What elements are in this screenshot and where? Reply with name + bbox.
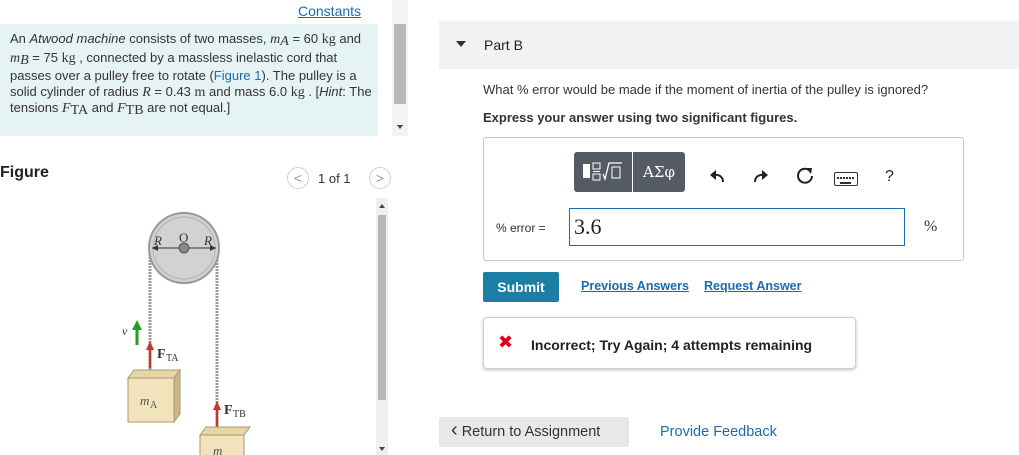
axle-label: O bbox=[179, 230, 188, 245]
mass-a-subscript: A bbox=[150, 400, 158, 411]
figure-title: Figure bbox=[0, 164, 49, 181]
previous-answers-link[interactable]: Previous Answers bbox=[581, 279, 689, 293]
problem-statement: An Atwood machine consists of two masses… bbox=[10, 31, 372, 118]
undo-icon[interactable] bbox=[708, 168, 726, 190]
answer-input[interactable]: 3.6 bbox=[569, 208, 905, 246]
constants-link[interactable]: Constants bbox=[298, 3, 361, 19]
tension-b-arrowhead bbox=[213, 401, 221, 410]
answer-label: % error = bbox=[496, 221, 546, 235]
greek-symbols-button[interactable]: ΑΣφ bbox=[633, 152, 685, 192]
figure-1-link[interactable]: Figure 1 bbox=[214, 68, 262, 83]
scroll-down-arrow-icon[interactable] bbox=[379, 447, 385, 451]
tension-a-arrowhead bbox=[146, 341, 154, 350]
pulley bbox=[148, 212, 220, 284]
previous-figure-button[interactable]: < bbox=[287, 167, 309, 189]
tension-a-subscript: TA bbox=[166, 353, 179, 364]
figure-counter: 1 of 1 bbox=[318, 171, 351, 186]
scroll-up-arrow-icon[interactable] bbox=[379, 204, 385, 208]
incorrect-x-icon: ✖ bbox=[498, 332, 514, 352]
figure-scrollbar-thumb[interactable] bbox=[378, 215, 386, 400]
fraction-radical-icon bbox=[583, 162, 622, 182]
radius-label-left: R bbox=[153, 233, 162, 248]
request-answer-link[interactable]: Request Answer bbox=[704, 279, 801, 293]
return-to-assignment-button[interactable]: ‹ Return to Assignment bbox=[439, 417, 629, 447]
tension-b-subscript: TB bbox=[233, 409, 246, 420]
answer-unit: % bbox=[924, 218, 938, 235]
next-figure-button[interactable]: > bbox=[369, 167, 391, 189]
math-templates-button[interactable] bbox=[574, 152, 632, 192]
collapse-caret-icon[interactable] bbox=[456, 41, 466, 47]
keyboard-icon[interactable] bbox=[834, 172, 858, 186]
tension-b-label: F bbox=[224, 403, 233, 418]
mass-b-block bbox=[199, 426, 251, 455]
scroll-down-arrow-icon[interactable] bbox=[397, 125, 403, 129]
feedback-text: Incorrect; Try Again; 4 attempts remaini… bbox=[531, 337, 813, 353]
mass-b-label: m bbox=[213, 443, 222, 455]
part-header[interactable] bbox=[439, 21, 1019, 69]
problem-scrollbar-thumb[interactable] bbox=[394, 24, 406, 104]
radius-label-right: R bbox=[203, 233, 212, 248]
help-icon[interactable]: ? bbox=[885, 168, 894, 186]
part-title: Part B bbox=[484, 37, 523, 53]
instruction-text: Express your answer using two significan… bbox=[483, 110, 798, 125]
provide-feedback-link[interactable]: Provide Feedback bbox=[660, 424, 777, 440]
atwood-machine-figure: R O R v F TA m A F TB m bbox=[122, 212, 251, 455]
velocity-label: v bbox=[122, 324, 128, 338]
return-label: Return to Assignment bbox=[461, 424, 601, 440]
question-text: What % error would be made if the moment… bbox=[483, 82, 929, 97]
reset-icon[interactable] bbox=[795, 166, 815, 190]
mass-a-block bbox=[127, 368, 181, 424]
chevron-left-icon: ‹ bbox=[451, 419, 458, 441]
mass-a-label: m bbox=[140, 393, 149, 408]
submit-button[interactable]: Submit bbox=[483, 272, 559, 302]
velocity-arrowhead bbox=[132, 320, 142, 330]
redo-icon[interactable] bbox=[752, 168, 770, 190]
tension-a-label: F bbox=[157, 347, 166, 362]
